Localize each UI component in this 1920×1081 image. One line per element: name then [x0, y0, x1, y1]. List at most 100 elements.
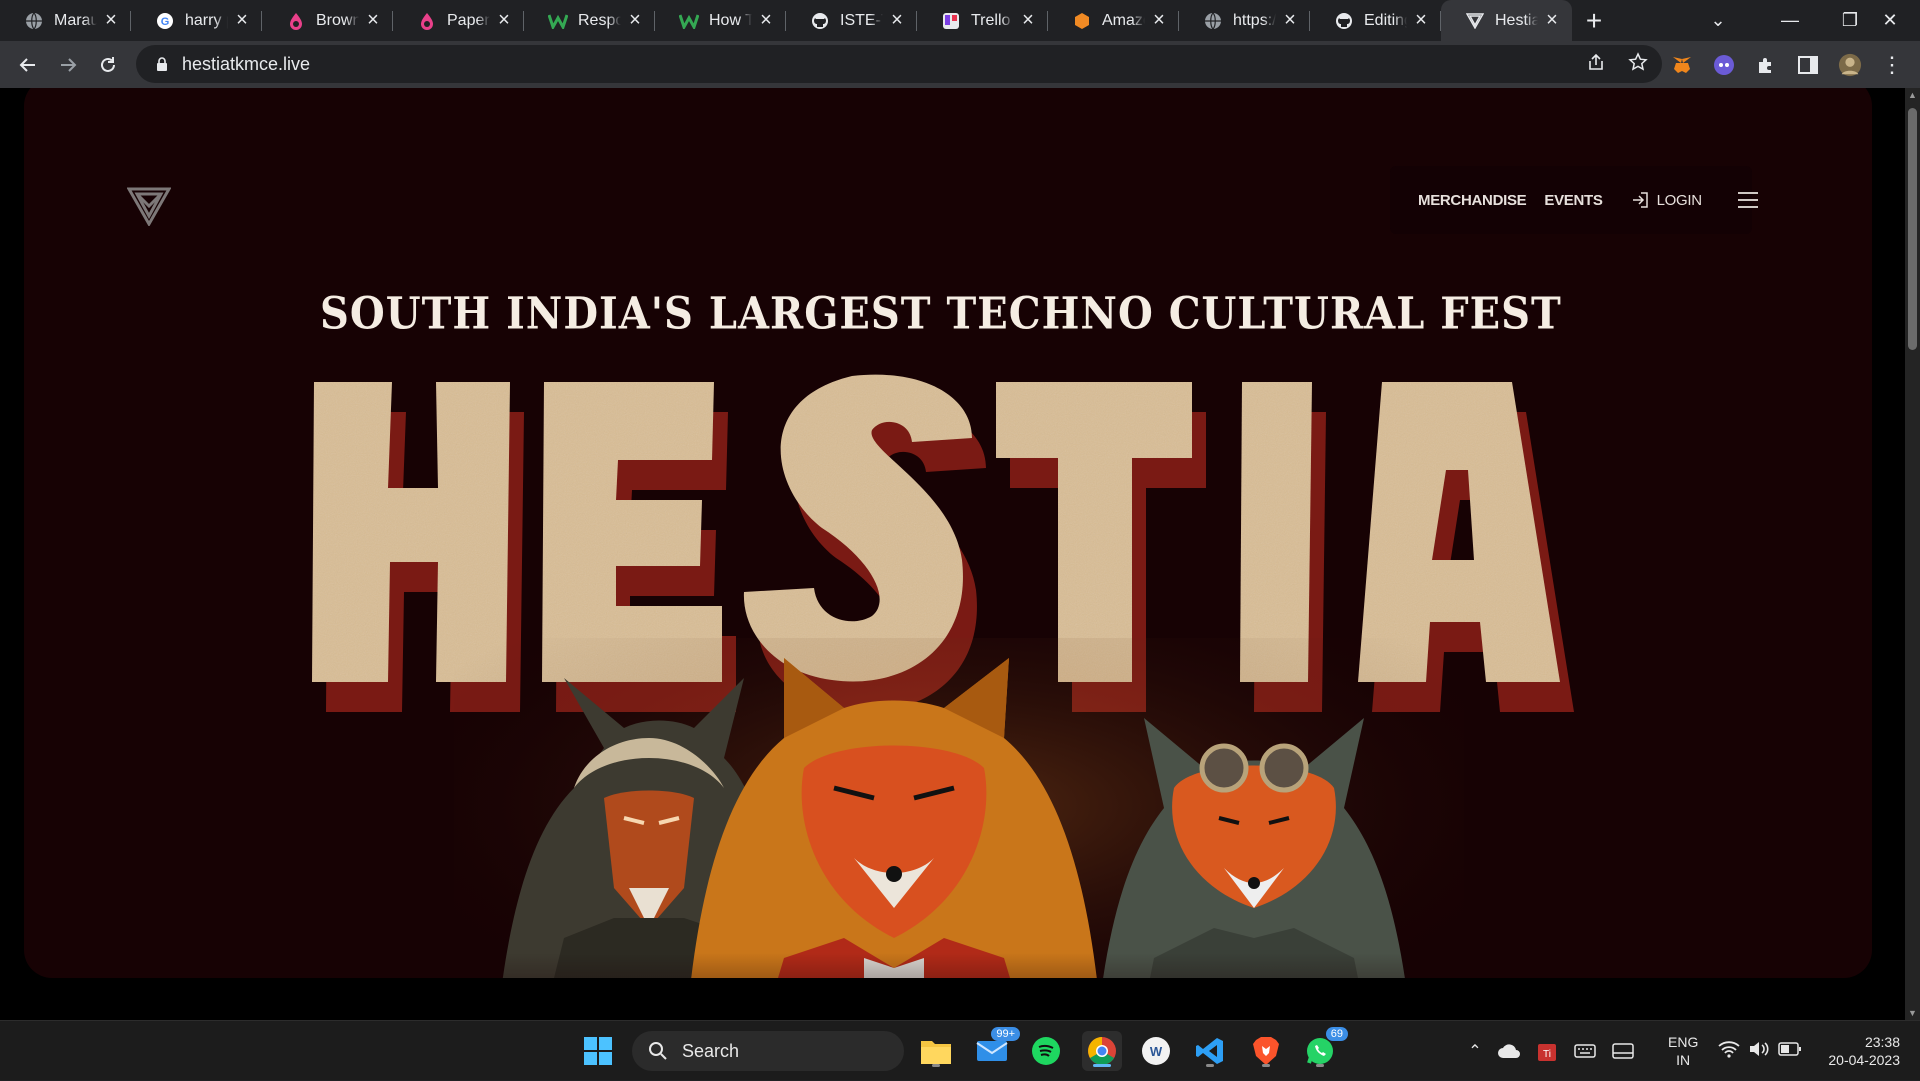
share-icon[interactable] — [1586, 52, 1606, 77]
tab-search-button[interactable]: ⌄ — [1688, 0, 1748, 41]
taskbar-search[interactable]: Search — [632, 1031, 904, 1071]
onedrive-cloud-icon[interactable] — [1490, 1043, 1528, 1059]
hero-section: MERCHANDISE EVENTS LOGIN SOUTH INDIA'S L… — [24, 88, 1872, 978]
extensions-puzzle-icon[interactable] — [1754, 53, 1778, 77]
svg-text:G: G — [161, 16, 170, 28]
browser-tab[interactable]: Gharry pc× — [131, 0, 262, 41]
tab-close-icon[interactable]: × — [621, 7, 649, 35]
nav-events[interactable]: EVENTS — [1544, 192, 1603, 209]
app-tray-icon[interactable]: Ti — [1528, 1040, 1566, 1062]
hestia-icon — [1465, 11, 1485, 31]
tab-title: ISTE-TK — [840, 11, 883, 29]
tab-close-icon[interactable]: × — [359, 7, 387, 35]
running-indicator — [1262, 1064, 1270, 1067]
minimize-button[interactable]: — — [1760, 0, 1820, 41]
tab-title: harry pc — [185, 11, 228, 29]
tagline: SOUTH INDIA'S LARGEST TECHNO CULTURAL FE… — [320, 287, 1562, 340]
tab-close-icon[interactable]: × — [1145, 7, 1173, 35]
hamburger-menu-icon[interactable] — [1737, 192, 1758, 208]
extension-eye-icon[interactable] — [1712, 53, 1736, 77]
browser-tab[interactable]: Trello × — [917, 0, 1048, 41]
close-window-button[interactable]: ✕ — [1860, 0, 1920, 41]
globe-icon — [24, 11, 44, 31]
browser-toolbar: hestiatkmce.live — [0, 41, 1920, 88]
tab-close-icon[interactable]: × — [1407, 7, 1435, 35]
tablet-mode-icon[interactable] — [1604, 1043, 1642, 1059]
language-indicator[interactable]: ENG IN — [1668, 1033, 1698, 1069]
tab-title: Respon — [578, 11, 621, 29]
tab-title: Hestia — [1495, 11, 1538, 29]
system-clock[interactable]: 23:38 20-04-2023 — [1828, 1033, 1900, 1069]
browser-tab[interactable]: Respon× — [524, 0, 655, 41]
new-tab-button[interactable]: + — [1572, 0, 1616, 41]
whatsapp-icon[interactable]: 69 — [1300, 1027, 1348, 1071]
bookmark-star-icon[interactable] — [1628, 51, 1648, 77]
more-menu-icon[interactable]: ⋮ — [1880, 52, 1904, 77]
keyboard-icon[interactable] — [1566, 1044, 1604, 1058]
quick-settings[interactable] — [1718, 1021, 1802, 1081]
tab-close-icon[interactable]: × — [97, 7, 125, 35]
scroll-up-icon[interactable]: ▲ — [1908, 90, 1917, 100]
browser-tab[interactable]: Brown p× — [262, 0, 393, 41]
reload-icon — [101, 56, 115, 72]
tab-close-icon[interactable]: × — [228, 7, 256, 35]
tab-close-icon[interactable]: × — [1014, 7, 1042, 35]
search-icon — [649, 1042, 667, 1060]
spotify-icon[interactable] — [1026, 1031, 1066, 1071]
mail-icon[interactable]: 99+ — [972, 1027, 1020, 1071]
tab-close-icon[interactable]: × — [883, 7, 911, 35]
scroll-down-icon[interactable]: ▼ — [1908, 1008, 1917, 1018]
extensions-area: ⋮ — [1670, 41, 1904, 88]
system-tray: ⌃ Ti — [1460, 1021, 1642, 1081]
forward-button[interactable] — [48, 45, 88, 85]
browser-tab[interactable]: https://× — [1179, 0, 1310, 41]
browser-tab[interactable]: Editing× — [1310, 0, 1441, 41]
tab-title: Editing — [1364, 11, 1407, 29]
metamask-fox-icon[interactable] — [1670, 53, 1694, 77]
tab-title: https:// — [1233, 11, 1276, 29]
browser-tab[interactable]: Hestia × — [1441, 0, 1572, 41]
hestia-logo-icon[interactable] — [127, 186, 171, 226]
profile-avatar[interactable] — [1838, 53, 1862, 77]
drop-icon — [286, 11, 306, 31]
browser-tab[interactable]: How To× — [655, 0, 786, 41]
tab-close-icon[interactable]: × — [490, 7, 518, 35]
tab-close-icon[interactable]: × — [1276, 7, 1304, 35]
lock-icon — [156, 56, 168, 72]
tab-close-icon[interactable]: × — [752, 7, 780, 35]
show-hidden-icons-chevron-icon[interactable]: ⌃ — [1460, 1041, 1490, 1061]
address-bar[interactable]: hestiatkmce.live — [136, 45, 1662, 83]
browser-tab[interactable]: Paper g× — [393, 0, 524, 41]
windows-start-icon[interactable] — [578, 1031, 618, 1071]
language-code: ENG — [1668, 1034, 1699, 1050]
nav-merchandise[interactable]: MERCHANDISE — [1418, 192, 1527, 209]
brave-icon[interactable] — [1246, 1031, 1286, 1071]
url-text: hestiatkmce.live — [182, 53, 311, 74]
page-scrollbar[interactable]: ▲ ▼ — [1905, 88, 1920, 1020]
reload-button[interactable] — [88, 45, 128, 85]
aws-icon — [1072, 11, 1092, 31]
back-button[interactable] — [8, 45, 48, 85]
clock-date: 20-04-2023 — [1828, 1052, 1900, 1068]
w-logo-icon — [548, 11, 568, 31]
browser-tab[interactable]: Amazor× — [1048, 0, 1179, 41]
w-logo-icon — [679, 11, 699, 31]
wifi-icon — [1718, 1040, 1740, 1063]
google-icon: G — [155, 11, 175, 31]
running-indicator — [1206, 1064, 1214, 1067]
scrollbar-thumb[interactable] — [1908, 108, 1917, 350]
nav-login[interactable]: LOGIN — [1631, 191, 1702, 209]
fox-mascots-illustration — [454, 638, 1464, 978]
word-app-icon[interactable]: W — [1136, 1031, 1176, 1071]
tab-title: How To — [709, 11, 752, 29]
tab-strip: Maraun×Gharry pc×Brown p×Paper g×Respon×… — [0, 0, 1920, 41]
running-indicator-active — [1093, 1064, 1111, 1067]
side-panel-icon[interactable] — [1796, 53, 1820, 77]
browser-tab[interactable]: ISTE-TK× — [786, 0, 917, 41]
file-explorer-icon[interactable] — [916, 1031, 956, 1071]
chrome-icon[interactable] — [1082, 1031, 1122, 1071]
login-label: LOGIN — [1656, 191, 1702, 209]
tab-close-icon[interactable]: × — [1538, 7, 1566, 35]
vscode-icon[interactable] — [1190, 1031, 1230, 1071]
browser-tab[interactable]: Maraun× — [0, 0, 131, 41]
